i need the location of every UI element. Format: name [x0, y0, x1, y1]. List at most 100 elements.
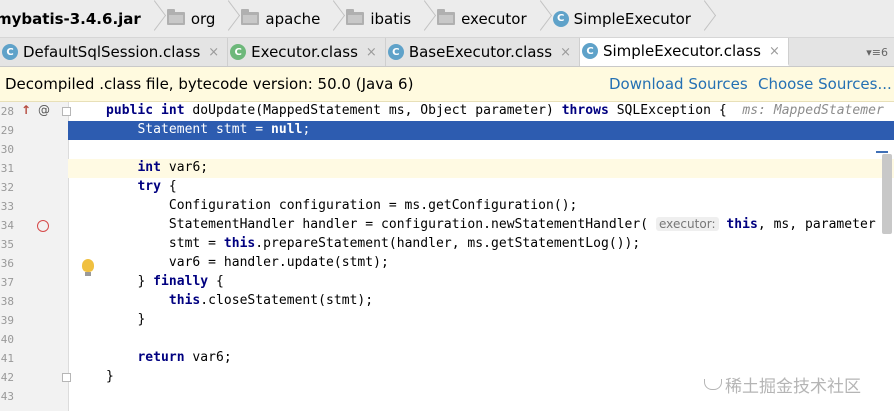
code-text: var6 = handler.update(stmt); [168, 255, 389, 270]
code-text: } finally { [137, 274, 224, 289]
juejin-logo-icon [704, 379, 722, 390]
breadcrumb-org-label: org [190, 9, 216, 28]
code-line[interactable]: 32 try { [0, 178, 894, 197]
editor-tabs: C DefaultSqlSession.class × C Executor.c… [0, 38, 894, 67]
tabs-overflow-menu[interactable]: ▾≡ 6 [866, 38, 894, 66]
code-line[interactable]: 30 [0, 140, 894, 159]
line-number: 31 [0, 162, 14, 175]
code-line[interactable]: 41 return var6; [0, 349, 894, 368]
fold-marker-icon[interactable] [62, 373, 71, 382]
breadcrumb-executor-label: executor [461, 9, 527, 28]
code-text: Configuration configuration = ms.getConf… [168, 198, 578, 213]
code-line[interactable]: 34 StatementHandler handler = configurat… [0, 216, 894, 235]
close-icon[interactable]: × [366, 45, 377, 60]
code-line[interactable]: 40 [0, 330, 894, 349]
tab-label: SimpleExecutor.class [602, 42, 761, 60]
annotation-icon: @ [38, 103, 50, 117]
code-line[interactable]: 33 Configuration configuration = ms.getC… [0, 197, 894, 216]
overriding-method-icon[interactable]: ↑ [21, 103, 31, 117]
breadcrumb-separator-icon [531, 0, 545, 37]
parameter-hint: executor: [655, 217, 719, 231]
code-line[interactable]: 39 } [0, 311, 894, 330]
decompiled-notice-banner: Decompiled .class file, bytecode version… [0, 67, 894, 102]
parameter-hint: ms: MappedStatemer [742, 103, 884, 118]
code-line[interactable]: 28 ↑ @ public int doUpdate(MappedStateme… [0, 102, 894, 121]
line-number: 34 [0, 219, 14, 232]
folder-icon [437, 9, 456, 25]
tab-baseexecutor[interactable]: C BaseExecutor.class × [386, 38, 580, 66]
folder-icon [166, 9, 185, 25]
folder-icon [346, 9, 365, 25]
breakpoint-icon[interactable] [37, 220, 49, 232]
breadcrumb-ibatis-label: ibatis [370, 9, 412, 28]
tabs-overflow-count: 6 [881, 45, 888, 59]
class-icon: C [581, 43, 598, 59]
code-line[interactable]: 38 this.closeStatement(stmt); [0, 292, 894, 311]
close-icon[interactable]: × [208, 45, 219, 60]
choose-sources-link[interactable]: Choose Sources... [758, 75, 892, 93]
gutter-row: 31 [0, 159, 68, 178]
download-sources-link[interactable]: Download Sources [609, 75, 748, 93]
breadcrumb-separator-icon [219, 0, 233, 37]
navigation-breadcrumb: mybatis-3.4.6.jar org apache ibatis exec… [0, 0, 894, 38]
code-line[interactable]: 35 stmt = this.prepareStatement(handler,… [0, 235, 894, 254]
class-icon: C [552, 10, 569, 27]
code-line[interactable]: 37 } finally { [0, 273, 894, 292]
breadcrumb-separator-icon [415, 0, 429, 37]
tab-executor[interactable]: C Executor.class × [228, 38, 386, 66]
breadcrumb-item-jar[interactable]: mybatis-3.4.6.jar [0, 0, 159, 37]
tab-defaultsqlsession[interactable]: C DefaultSqlSession.class × [0, 38, 229, 66]
line-number: 38 [0, 295, 14, 308]
line-number: 36 [0, 257, 14, 270]
breadcrumb-item-org[interactable]: org [159, 0, 234, 37]
breadcrumb-item-simpleexecutor[interactable]: C SimpleExecutor [545, 0, 709, 37]
code-text: return var6; [137, 350, 232, 365]
line-number: 32 [0, 181, 14, 194]
breadcrumb-simpleexecutor-label: SimpleExecutor [573, 9, 691, 28]
breadcrumb-apache-label: apache [265, 9, 321, 28]
tab-label: Executor.class [251, 43, 358, 61]
interface-icon: C [230, 44, 247, 60]
code-text: public int doUpdate(MappedStatement ms, … [106, 103, 884, 118]
close-icon[interactable]: × [769, 44, 780, 59]
code-text: try { [137, 179, 177, 194]
code-editor[interactable]: 28 ↑ @ public int doUpdate(MappedStateme… [0, 102, 894, 411]
code-line-current[interactable]: int var6; [68, 159, 894, 178]
code-line[interactable]: 36 var6 = handler.update(stmt); [0, 254, 894, 273]
line-number: 37 [0, 276, 14, 289]
gutter-row: 29 [0, 121, 68, 140]
code-text: int var6; [137, 160, 209, 175]
code-text: Statement stmt = null; [137, 122, 311, 137]
code-text: stmt = this.prepareStatement(handler, ms… [168, 236, 641, 251]
code-text: StatementHandler handler = configuration… [168, 217, 876, 232]
decompiled-notice-text: Decompiled .class file, bytecode version… [5, 75, 414, 93]
breadcrumb-item-executor[interactable]: executor [429, 0, 545, 37]
close-icon[interactable]: × [560, 45, 571, 60]
vertical-scrollbar[interactable] [882, 154, 892, 234]
breadcrumb-separator-icon [145, 0, 159, 37]
class-icon: C [2, 44, 18, 60]
breadcrumb-item-apache[interactable]: apache [233, 0, 338, 37]
chevron-down-icon: ▾≡ [866, 45, 881, 59]
line-number: 30 [0, 143, 14, 156]
scroll-marker[interactable] [876, 151, 888, 153]
breadcrumb-separator-icon [324, 0, 338, 37]
tab-label: DefaultSqlSession.class [23, 43, 201, 61]
abstract-class-icon: C [387, 44, 404, 60]
tab-label: BaseExecutor.class [408, 43, 553, 61]
line-number: 42 [0, 371, 14, 384]
breadcrumb-jar-label: mybatis-3.4.6.jar [0, 9, 141, 28]
folder-icon [241, 9, 260, 25]
watermark-text: 稀土掘金技术社区 [725, 377, 861, 397]
tab-simpleexecutor[interactable]: C SimpleExecutor.class × [579, 38, 789, 66]
line-number: 28 [0, 105, 14, 118]
line-number: 40 [0, 333, 14, 346]
breadcrumb-item-ibatis[interactable]: ibatis [338, 0, 429, 37]
fold-marker-icon[interactable] [62, 107, 71, 116]
line-number: 29 [0, 124, 14, 137]
line-number: 43 [0, 390, 14, 403]
code-line-selected[interactable]: Statement stmt = null; [68, 121, 894, 140]
line-number: 39 [0, 314, 14, 327]
line-number: 35 [0, 238, 14, 251]
code-text: } [106, 369, 114, 384]
